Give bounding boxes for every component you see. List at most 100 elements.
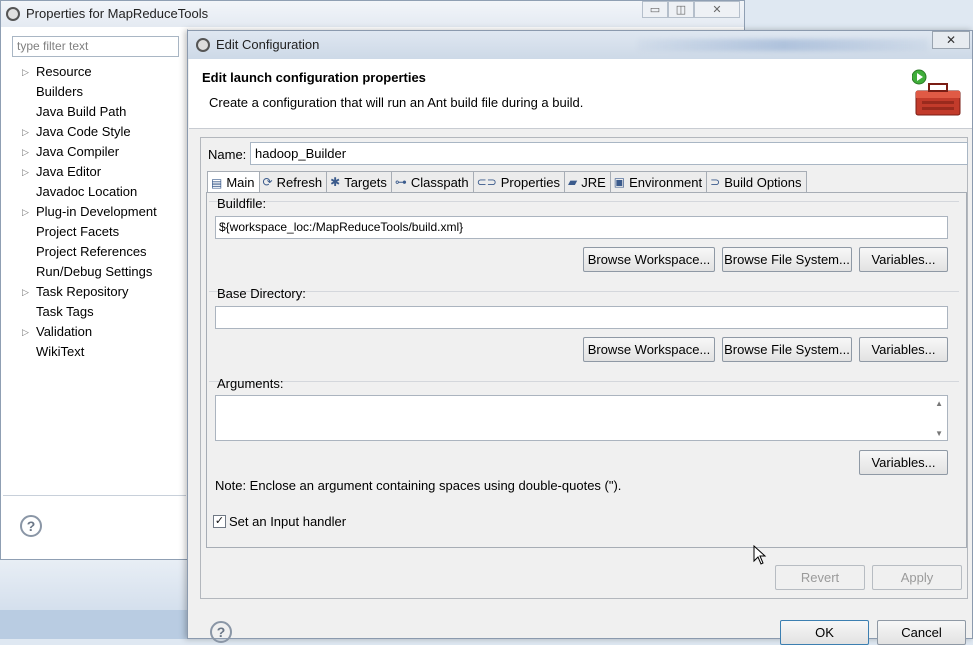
tree-item-task-tags[interactable]: Task Tags [15,302,185,322]
tab-jre[interactable]: ▰ JRE [564,171,611,192]
input-handler-label: Set an Input handler [229,514,347,529]
tree-item-javadoc-location[interactable]: Javadoc Location [15,182,185,202]
buildfile-label: Buildfile: [217,196,267,211]
tab-label: Build Options [724,174,802,190]
properties-window-title: Properties for MapReduceTools [26,6,209,21]
tab-refresh[interactable]: ⟳ Refresh [258,171,328,192]
edit-configuration-dialog: Edit Configuration ✕ Edit launch configu… [187,30,973,645]
apply-button[interactable]: Apply [872,565,962,590]
maximize-button[interactable]: ◫ [668,1,694,18]
main-tab-icon: ▤ [211,175,223,190]
tab-bar: ▤ Main ⟳ Refresh ✱ Targets ⊶ Classpath ⊂⊃ Propert… [207,171,807,193]
ok-button[interactable]: OK [780,620,869,645]
properties-title-bar: Properties for MapReduceTools ▭ ◫ ✕ [1,1,744,27]
tree-item-builders[interactable]: Builders [15,82,185,102]
base-directory-input[interactable] [215,306,948,329]
expand-arrow-icon[interactable]: ▷ [22,322,29,342]
tree-item-label: Run/Debug Settings [36,264,153,279]
buildfile-input[interactable]: ${workspace_loc:/MapReduceTools/build.xm… [215,216,948,239]
environment-icon: ▣ [613,175,626,189]
expand-arrow-icon[interactable]: ▷ [22,142,29,162]
properties-tree: ▷ Resource Builders Java Build Path ▷ Java Co… [15,62,185,362]
tree-item-java-editor[interactable]: ▷ Java Editor [15,162,185,182]
ant-toolbox-icon [912,69,961,116]
dialog-close-button[interactable]: ✕ [932,31,970,49]
tab-classpath[interactable]: ⊶ Classpath [390,171,474,192]
dialog-banner: Edit launch configuration properties Cre… [189,59,972,129]
arguments-textarea[interactable]: ▲ ▼ [215,395,948,441]
filter-input[interactable]: type filter text [12,36,179,57]
scroll-up-icon[interactable]: ▲ [935,399,943,408]
tree-item-label: Java Code Style [36,124,131,139]
tree-item-resource[interactable]: ▷ Resource [15,62,185,82]
tree-item-plug-in-development[interactable]: ▷ Plug-in Development [15,202,185,222]
close-button[interactable]: ✕ [694,1,740,18]
help-icon[interactable]: ? [20,515,42,537]
tab-properties[interactable]: ⊂⊃ Properties [472,171,565,192]
banner-description: Create a configuration that will run an … [209,95,584,110]
window-controls: ▭ ◫ ✕ [642,1,740,19]
buildfile-group [209,201,959,202]
help-icon[interactable]: ? [210,621,232,643]
tree-item-label: Project Facets [36,224,120,239]
arguments-note: Note: Enclose an argument containing spa… [215,478,622,493]
tree-item-wikitext[interactable]: WikiText [15,342,185,362]
scroll-down-icon[interactable]: ▼ [935,429,943,438]
tree-item-java-code-style[interactable]: ▷ Java Code Style [15,122,185,142]
revert-button[interactable]: Revert [775,565,865,590]
tab-main[interactable]: ▤ Main [207,171,260,193]
dialog-title-bar: Edit Configuration ✕ [188,31,972,59]
cancel-button[interactable]: Cancel [877,620,966,645]
base-dir-browse-file-system-button[interactable]: Browse File System... [722,337,852,362]
base-dir-browse-workspace-button[interactable]: Browse Workspace... [583,337,715,362]
properties-navigation: type filter text ▷ Resource Builders Java B… [3,29,188,557]
mouse-cursor-icon [753,545,767,565]
tree-item-java-build-path[interactable]: Java Build Path [15,102,185,122]
tree-item-project-facets[interactable]: Project Facets [15,222,185,242]
tree-item-label: Javadoc Location [36,184,138,199]
tree-item-run-debug-settings[interactable]: Run/Debug Settings [15,262,185,282]
jre-icon: ▰ [568,175,578,189]
tab-label: Environment [629,174,703,190]
tree-item-java-compiler[interactable]: ▷ Java Compiler [15,142,185,162]
buildfile-browse-file-system-button[interactable]: Browse File System... [722,247,852,272]
expand-arrow-icon[interactable]: ▷ [22,162,29,182]
tree-item-label: Project References [36,244,147,259]
name-input[interactable]: hadoop_Builder [250,142,968,165]
tree-item-label: WikiText [36,344,85,359]
arguments-variables-button[interactable]: Variables... [859,450,948,475]
blurred-background [638,39,928,51]
tab-label: Targets [344,174,387,190]
dialog-title: Edit Configuration [216,37,320,52]
tab-label: Main [226,175,255,190]
banner-heading: Edit launch configuration properties [202,70,426,85]
tree-item-label: Java Build Path [36,104,127,119]
tab-environment[interactable]: ▣ Environment [609,171,708,192]
expand-arrow-icon[interactable]: ▷ [22,62,29,82]
arguments-group [209,381,959,382]
expand-arrow-icon[interactable]: ▷ [22,122,29,142]
targets-icon: ✱ [330,175,341,189]
tab-build-options[interactable]: ⊃ Build Options [706,171,807,192]
desktop-background-lower [0,610,190,639]
tree-item-validation[interactable]: ▷ Validation [15,322,185,342]
tree-item-project-references[interactable]: Project References [15,242,185,262]
input-handler-checkbox[interactable]: ✓ [213,515,226,528]
tree-item-label: Java Compiler [36,144,120,159]
build-options-icon: ⊃ [710,175,721,189]
configuration-content: Name: hadoop_Builder ▤ Main ⟳ Refresh ✱ Targe… [200,137,968,599]
buildfile-browse-workspace-button[interactable]: Browse Workspace... [583,247,715,272]
tree-item-task-repository[interactable]: ▷ Task Repository [15,282,185,302]
divider [3,495,186,496]
expand-arrow-icon[interactable]: ▷ [22,282,29,302]
buildfile-variables-button[interactable]: Variables... [859,247,948,272]
base-directory-group [209,291,959,292]
arguments-scrollbar[interactable]: ▲ ▼ [931,396,947,440]
tab-targets[interactable]: ✱ Targets [326,171,392,192]
expand-arrow-icon[interactable]: ▷ [22,202,29,222]
classpath-icon: ⊶ [394,175,407,189]
base-dir-variables-button[interactable]: Variables... [859,337,948,362]
tree-item-label: Plug-in Development [36,204,157,219]
minimize-button[interactable]: ▭ [642,1,668,18]
name-label: Name: [208,147,247,162]
